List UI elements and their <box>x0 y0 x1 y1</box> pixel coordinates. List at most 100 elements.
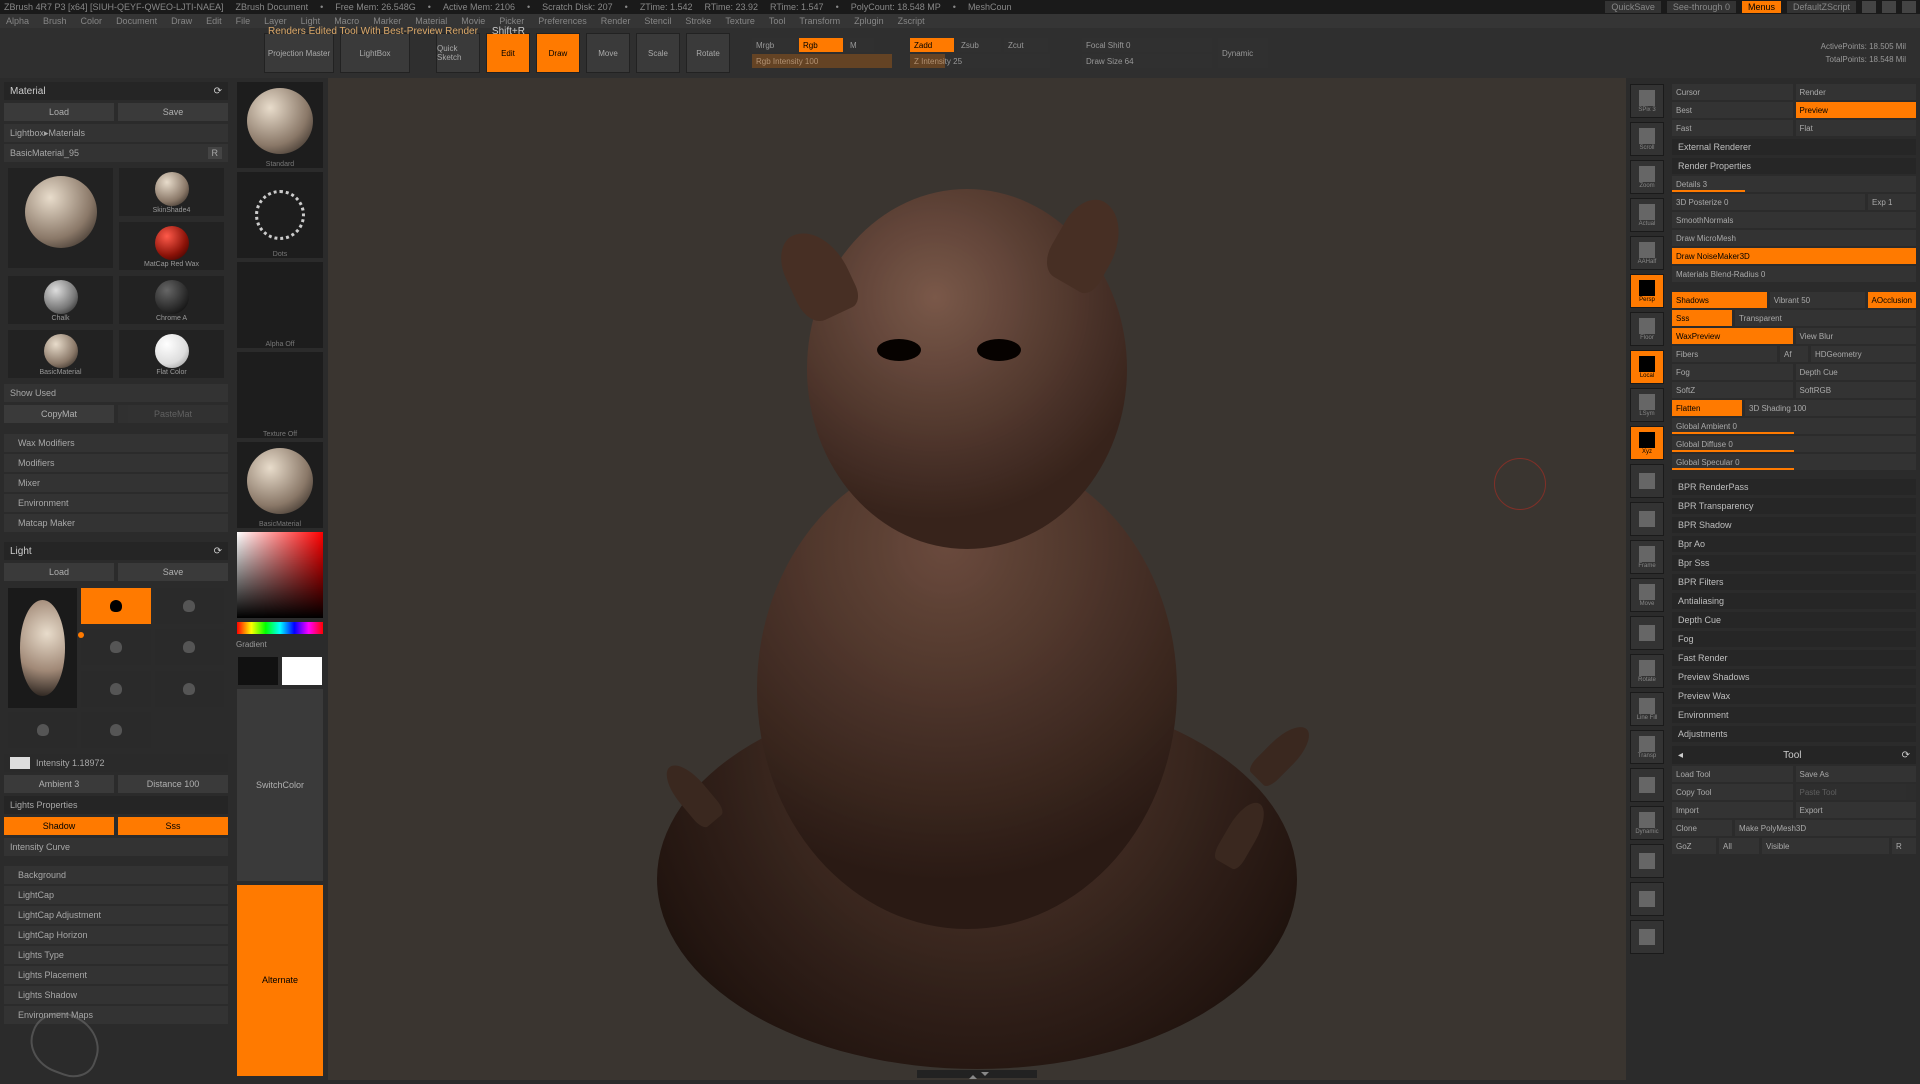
rstrip-slot-18[interactable] <box>1630 768 1664 802</box>
noisemaker-toggle[interactable]: Draw NoiseMaker3D <box>1672 248 1916 264</box>
menu-marker[interactable]: Marker <box>373 16 401 26</box>
rstrip-move[interactable]: Move <box>1630 578 1664 612</box>
rotate-button[interactable]: Rotate <box>686 33 730 73</box>
viewblur-toggle[interactable]: View Blur <box>1796 328 1917 344</box>
exp-slider[interactable]: Exp 1 <box>1868 194 1916 210</box>
section-preview-shadows[interactable]: Preview Shadows <box>1672 669 1916 685</box>
menu-document[interactable]: Document <box>116 16 157 26</box>
intensity-curve[interactable]: Intensity Curve <box>4 838 228 856</box>
z-intensity-slider[interactable]: Z Intensity 25 <box>910 54 1050 68</box>
menu-draw[interactable]: Draw <box>171 16 192 26</box>
load-tool-button[interactable]: Load Tool <box>1672 766 1793 782</box>
rstrip-lsym[interactable]: LSym <box>1630 388 1664 422</box>
section-depth-cue[interactable]: Depth Cue <box>1672 612 1916 628</box>
rstrip-transp[interactable]: Transp <box>1630 730 1664 764</box>
light-4[interactable] <box>155 629 224 665</box>
goz-button[interactable]: GoZ <box>1672 838 1716 854</box>
menu-layer[interactable]: Layer <box>264 16 287 26</box>
pastemat-button[interactable]: PasteMat <box>118 405 228 423</box>
rstrip-rotate[interactable]: Rotate <box>1630 654 1664 688</box>
light-header[interactable]: Light⟳ <box>4 542 228 560</box>
section-lights-shadow[interactable]: Lights Shadow <box>4 986 228 1004</box>
section-environment[interactable]: Environment <box>4 494 228 512</box>
material-save-button[interactable]: Save <box>118 103 228 121</box>
zadd-toggle[interactable]: Zadd <box>910 38 954 52</box>
material-swatch[interactable]: MatCap Red Wax <box>119 222 224 270</box>
menu-brush[interactable]: Brush <box>43 16 67 26</box>
flatten-toggle[interactable]: Flatten <box>1672 400 1742 416</box>
close-icon[interactable] <box>1902 1 1916 13</box>
section-fast-render[interactable]: Fast Render <box>1672 650 1916 666</box>
menu-movie[interactable]: Movie <box>461 16 485 26</box>
aocclusion-toggle[interactable]: AOcclusion <box>1868 292 1916 308</box>
hue-slider[interactable] <box>237 622 323 634</box>
light-preview[interactable] <box>8 588 77 708</box>
rstrip-zoom[interactable]: Zoom <box>1630 160 1664 194</box>
render-best-button[interactable]: Best <box>1672 102 1793 118</box>
light-3[interactable] <box>81 629 150 665</box>
minimize-icon[interactable] <box>1862 1 1876 13</box>
external-renderer[interactable]: External Renderer <box>1672 139 1916 155</box>
menu-preferences[interactable]: Preferences <box>538 16 587 26</box>
rstrip-xyz[interactable]: Xyz <box>1630 426 1664 460</box>
rstrip-slot-11[interactable] <box>1630 502 1664 536</box>
scale-button[interactable]: Scale <box>636 33 680 73</box>
distance-slider[interactable]: Distance 100 <box>118 775 228 793</box>
global-ambient-slider[interactable]: Global Ambient 0 <box>1672 418 1916 434</box>
rstrip-slot-22[interactable] <box>1630 920 1664 954</box>
viewport[interactable] <box>328 78 1626 1080</box>
canvas-resize-handle[interactable] <box>917 1070 1037 1078</box>
rstrip-slot-10[interactable] <box>1630 464 1664 498</box>
section-lightcap-adj[interactable]: LightCap Adjustment <box>4 906 228 924</box>
menu-color[interactable]: Color <box>81 16 103 26</box>
make-polymesh-button[interactable]: Make PolyMesh3D <box>1735 820 1916 836</box>
quicksave-button[interactable]: QuickSave <box>1605 1 1661 13</box>
goz-r-button[interactable]: R <box>1892 838 1916 854</box>
micromesh-toggle[interactable]: Draw MicroMesh <box>1672 230 1916 246</box>
smoothnormals-toggle[interactable]: SmoothNormals <box>1672 212 1916 228</box>
menu-zplugin[interactable]: Zplugin <box>854 16 884 26</box>
light-8[interactable] <box>81 712 150 748</box>
details-slider[interactable]: Details 3 <box>1672 176 1916 192</box>
rstrip-aahalf[interactable]: AAHalf <box>1630 236 1664 270</box>
section-bpr-ao[interactable]: Bpr Ao <box>1672 536 1916 552</box>
rstrip-spix-3[interactable]: SPix 3 <box>1630 84 1664 118</box>
light-1[interactable] <box>81 588 150 624</box>
render-properties[interactable]: Render Properties <box>1672 158 1916 174</box>
posterize-slider[interactable]: 3D Posterize 0 <box>1672 194 1865 210</box>
section-bpr-renderpass[interactable]: BPR RenderPass <box>1672 479 1916 495</box>
save-as-button[interactable]: Save As <box>1796 766 1917 782</box>
rstrip-actual[interactable]: Actual <box>1630 198 1664 232</box>
rstrip-scroll[interactable]: Scroll <box>1630 122 1664 156</box>
menu-stroke[interactable]: Stroke <box>685 16 711 26</box>
section-bpr-sss[interactable]: Bpr Sss <box>1672 555 1916 571</box>
material-swatch[interactable]: Flat Color <box>119 330 224 378</box>
rstrip-local[interactable]: Local <box>1630 350 1664 384</box>
menu-light[interactable]: Light <box>301 16 321 26</box>
stroke-slot-dots[interactable]: Dots <box>237 172 323 258</box>
menu-zscript[interactable]: Zscript <box>898 16 925 26</box>
section-background[interactable]: Background <box>4 866 228 884</box>
section-wax-modifiers[interactable]: Wax Modifiers <box>4 434 228 452</box>
depthcue-toggle[interactable]: Depth Cue <box>1796 364 1917 380</box>
3dshading-slider[interactable]: 3D Shading 100 <box>1745 400 1916 416</box>
menu-picker[interactable]: Picker <box>499 16 524 26</box>
render-header[interactable]: Render <box>1796 84 1917 100</box>
section-lights-type[interactable]: Lights Type <box>4 946 228 964</box>
render-preview-button[interactable]: Preview <box>1796 102 1917 118</box>
shadow-toggle[interactable]: Shadow <box>4 817 114 835</box>
rgb-intensity-slider[interactable]: Rgb Intensity 100 <box>752 54 892 68</box>
r-toggle[interactable]: R <box>208 147 223 159</box>
section-modifiers[interactable]: Modifiers <box>4 454 228 472</box>
material-swatch-main[interactable] <box>8 168 113 268</box>
edit-button[interactable]: Edit <box>486 33 530 73</box>
draw-button[interactable]: Draw <box>536 33 580 73</box>
material-swatch[interactable]: Chrome A <box>119 276 224 324</box>
blend-radius-slider[interactable]: Materials Blend-Radius 0 <box>1672 266 1916 282</box>
transparent-toggle[interactable]: Transparent <box>1735 310 1916 326</box>
global-specular-slider[interactable]: Global Specular 0 <box>1672 454 1916 470</box>
rstrip-floor[interactable]: Floor <box>1630 312 1664 346</box>
alternate-button[interactable]: Alternate <box>237 885 323 1077</box>
rstrip-slot-14[interactable] <box>1630 616 1664 650</box>
menu-material[interactable]: Material <box>415 16 447 26</box>
